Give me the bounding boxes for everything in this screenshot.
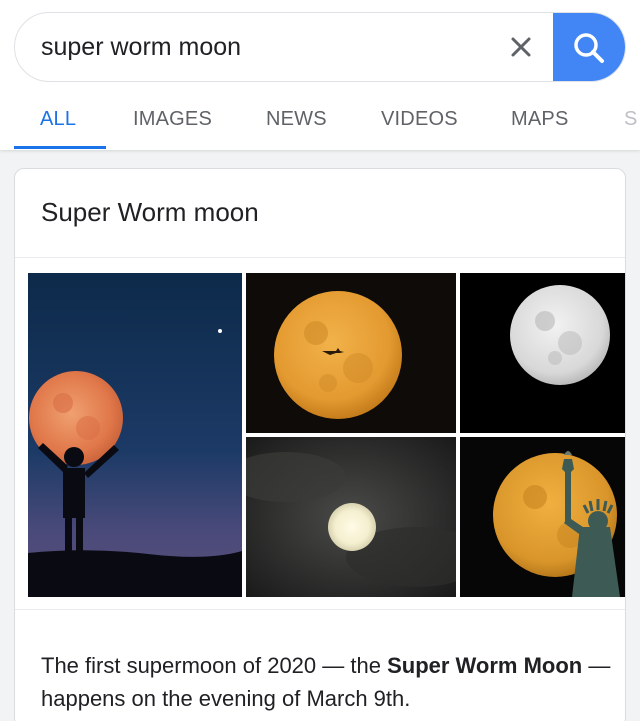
image-statue-of-liberty-moon[interactable] <box>460 437 625 597</box>
divider <box>15 609 625 610</box>
snippet-text: The first supermoon of 2020 — the <box>41 653 388 678</box>
divider <box>15 257 625 258</box>
snippet-bold-term: Super Worm Moon <box>387 653 583 678</box>
tab-videos[interactable]: VIDEOS <box>381 108 458 131</box>
tab-all[interactable]: ALL <box>40 108 76 131</box>
image-orange-moon-plane[interactable] <box>246 273 456 433</box>
top-bar: super worm moon ALL IMAGES NEWS VIDEOS M… <box>0 0 640 150</box>
image-white-moon[interactable] <box>460 273 625 433</box>
active-tab-indicator <box>14 146 106 149</box>
search-tabs: ALL IMAGES NEWS VIDEOS MAPS S <box>0 100 640 150</box>
image-moon-clouds[interactable] <box>246 437 456 597</box>
tab-maps[interactable]: MAPS <box>511 108 568 131</box>
card-title: Super Worm moon <box>41 197 259 227</box>
search-input[interactable]: super worm moon <box>41 33 241 62</box>
close-icon <box>511 37 531 57</box>
tab-news[interactable]: NEWS <box>266 108 327 131</box>
search-icon <box>574 33 604 63</box>
clear-button[interactable] <box>501 27 541 67</box>
search-box[interactable]: super worm moon <box>14 12 626 82</box>
image-person-holding-moon[interactable] <box>28 273 242 597</box>
tab-images[interactable]: IMAGES <box>133 108 212 131</box>
tab-shopping-partial[interactable]: S <box>624 108 638 131</box>
description-snippet: The first supermoon of 2020 — the Super … <box>41 649 611 715</box>
search-button[interactable] <box>553 13 625 81</box>
knowledge-card: Super Worm moon The first supermoon of 2… <box>14 168 626 721</box>
